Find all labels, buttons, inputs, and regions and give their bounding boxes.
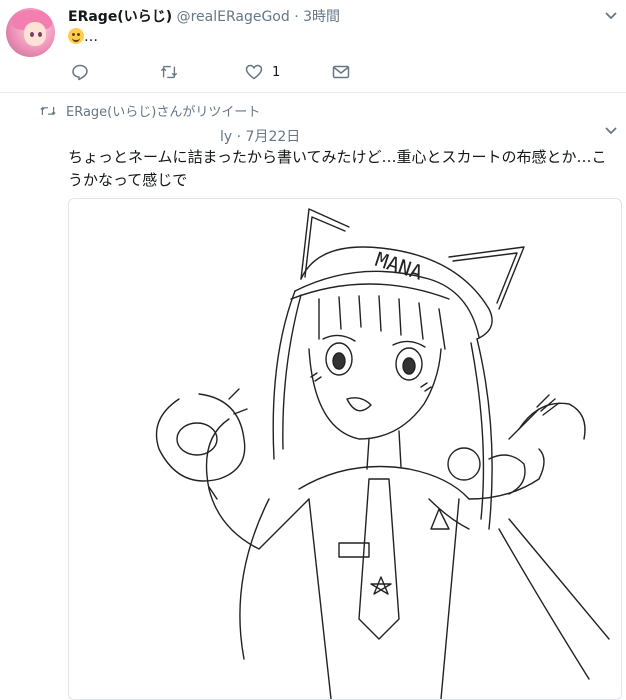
tweet-1-text: …: [68, 28, 98, 45]
like-count: 1: [272, 64, 281, 80]
tweet-2-header: ly · 7月22日: [220, 126, 300, 146]
retweet-button[interactable]: [160, 62, 178, 82]
smiling-face-icon: [68, 28, 84, 44]
retweet-icon: [40, 106, 56, 115]
reply-icon: [72, 64, 88, 81]
handle[interactable]: @realERageGod: [177, 9, 290, 25]
avatar[interactable]: [6, 8, 55, 57]
tweet-2-text: ちょっとネームに詰まったから書いてみたけど…重心とスカートの布感とか…こうかなっ…: [68, 148, 607, 189]
tweet-1-ellipsis: …: [84, 29, 98, 45]
tweet-1-actions: 1: [0, 62, 626, 82]
timestamp[interactable]: 7月22日: [246, 129, 301, 145]
like-button[interactable]: 1: [245, 62, 280, 82]
direct-message-button[interactable]: [332, 62, 350, 82]
separator: ·: [236, 129, 242, 145]
chevron-down-icon[interactable]: [604, 9, 618, 23]
cap-text: MANA: [372, 247, 425, 285]
reply-button[interactable]: [71, 62, 89, 82]
display-name[interactable]: ERage(いらじ): [68, 9, 172, 25]
separator: ·: [294, 9, 299, 25]
heart-icon: [245, 64, 263, 80]
retweet-icon: [160, 65, 178, 79]
retweet-context[interactable]: ERage(いらじ)さんがリツイート: [40, 101, 260, 120]
tweet-1-header: ERage(いらじ) @realERageGod · 3時間: [68, 6, 340, 26]
author-fragment[interactable]: ly: [220, 129, 232, 145]
retweet-context-label: ERage(いらじ)さんがリツイート: [66, 105, 261, 120]
timestamp[interactable]: 3時間: [303, 9, 340, 25]
tweet-image[interactable]: MANA: [68, 198, 622, 700]
sketch-drawing: MANA: [155, 208, 610, 699]
chevron-down-icon[interactable]: [604, 124, 618, 138]
envelope-icon: [332, 65, 350, 79]
tweet-1: ERage(いらじ) @realERageGod · 3時間 … 1: [0, 0, 626, 93]
